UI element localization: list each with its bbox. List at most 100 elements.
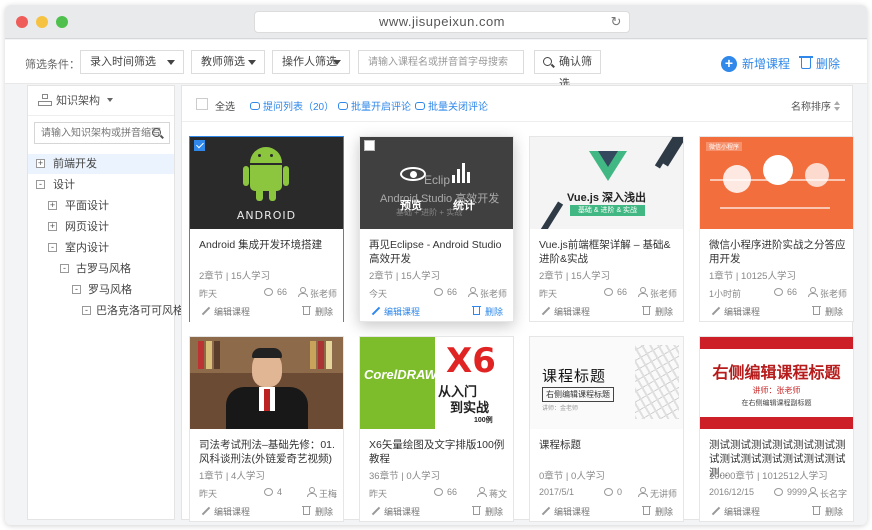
select-all-label[interactable]: 全选 [215, 98, 235, 113]
course-card[interactable]: 微信小程序 微信小程序进阶实战之分答应用开发 1章节 | 10125人学习 1小… [699, 136, 854, 322]
collapse-toggle[interactable]: - [48, 243, 57, 252]
delete-course-button[interactable]: 删除 [471, 505, 503, 518]
tree-item-frontend[interactable]: + 前端开发 [28, 154, 174, 174]
course-meta: 10000章节 | 1012512人学习 [709, 471, 828, 482]
course-card[interactable]: CorelDRAW X6 从入门 到实战 100例 X6矢量绘图及文字排版100… [359, 336, 514, 522]
reload-icon[interactable]: ↻ [611, 15, 622, 29]
tree-item-roman[interactable]: - 罗马风格 [28, 280, 174, 300]
delete-label: 删除 [484, 307, 503, 317]
knowledge-tree-header[interactable]: 知识架构 [28, 86, 174, 116]
tree-item-web-design[interactable]: + 网页设计 [28, 217, 174, 237]
batch-close-comments-link[interactable]: 批量关闭评论 [415, 98, 488, 113]
delete-course-button[interactable]: 删除 [301, 505, 333, 518]
add-course-button[interactable]: + 新增课程 [721, 55, 790, 73]
entry-time-filter-select[interactable]: 录入时间筛选 [80, 50, 184, 74]
comment-icon [264, 488, 273, 496]
edit-label: 编辑课程 [554, 307, 591, 317]
collapse-toggle[interactable]: - [60, 264, 69, 273]
card-actions: 编辑课程 删除 [360, 501, 513, 523]
search-icon[interactable] [152, 128, 161, 137]
course-card[interactable]: ANDROID Android 集成开发环境搭建 2章节 | 15人学习 昨天 … [189, 136, 344, 323]
card-actions: 编辑课程 删除 [530, 501, 683, 523]
knowledge-search-input[interactable] [34, 122, 170, 144]
course-title[interactable]: X6矢量绘图及文字排版100例教程 [369, 438, 509, 466]
course-card[interactable]: 右侧编辑课程标题 讲师：张老师 在右侧编辑课程副标题 测试测试测试测试测试测试测… [699, 336, 854, 522]
close-window-button[interactable] [16, 16, 28, 28]
decorative-border [700, 337, 853, 349]
maximize-window-button[interactable] [56, 16, 68, 28]
tree-item-ancient-roman[interactable]: - 古罗马风格 [28, 259, 174, 279]
edit-course-button[interactable]: 编辑课程 [539, 305, 590, 318]
thumbnail-text: 课程标题 [542, 368, 607, 385]
delete-button[interactable]: 删除 [799, 55, 840, 73]
tree-item-label: 巴洛克洛可可风格 [96, 305, 184, 317]
course-title[interactable]: Android 集成开发环境搭建 [199, 238, 339, 252]
batch-open-comments-link[interactable]: 批量开启评论 [338, 98, 411, 113]
knowledge-tree-title: 知识架构 [56, 95, 101, 107]
teacher: 长名字 [807, 487, 847, 500]
edit-course-button[interactable]: 编辑课程 [539, 505, 590, 518]
question-list-link[interactable]: 提问列表（20） [250, 98, 334, 113]
course-card[interactable]: 司法考试刑法–基础先修：01.风科谈刑法(外链爱奇艺视频) 1章节 | 4人学习… [189, 336, 344, 522]
delete-course-button[interactable]: 删除 [471, 305, 503, 318]
card-actions: 编辑课程 删除 [530, 301, 683, 323]
expand-toggle[interactable]: + [48, 222, 57, 231]
edit-course-button[interactable]: 编辑课程 [369, 305, 420, 318]
trash-icon [799, 56, 813, 69]
thumbnail-text: ANDROID [236, 209, 297, 222]
expand-toggle[interactable]: + [36, 159, 45, 168]
delete-course-button[interactable]: 删除 [811, 505, 843, 518]
collapse-toggle[interactable]: - [72, 285, 81, 294]
select-all-checkbox[interactable] [196, 98, 208, 110]
delete-course-button[interactable]: 删除 [641, 505, 673, 518]
course-title[interactable]: 课程标题 [539, 438, 679, 452]
course-title[interactable]: 微信小程序进阶实战之分答应用开发 [709, 238, 849, 266]
expand-toggle[interactable]: + [48, 201, 57, 210]
trash-icon [811, 306, 821, 315]
confirm-filter-button[interactable]: 确认筛选 [534, 50, 601, 90]
course-title[interactable]: Vue.js前端框架详解 – 基础&进阶&实战 [539, 238, 679, 266]
edit-course-button[interactable]: 编辑课程 [709, 505, 760, 518]
thumbnail-text: 右侧编辑课程标题 [542, 387, 614, 402]
course-title[interactable]: 再见Eclipse - Android Studio 高效开发 [369, 238, 509, 266]
tree-item-graphic-design[interactable]: + 平面设计 [28, 196, 174, 216]
tree-item-interior-design[interactable]: - 室内设计 [28, 238, 174, 258]
trash-icon [471, 306, 481, 315]
collapse-toggle[interactable]: - [36, 180, 45, 189]
tree-item-design[interactable]: - 设计 [28, 175, 174, 195]
decorative-border [700, 417, 853, 429]
delete-course-button[interactable]: 删除 [641, 305, 673, 318]
card-checkbox[interactable] [364, 140, 375, 151]
course-card[interactable]: Eclip Android Studio 高效开发 基础 + 进阶 + 实战 预… [359, 136, 514, 322]
caret-down-icon [167, 60, 175, 65]
card-checkbox-checked[interactable] [194, 140, 205, 151]
delete-course-button[interactable]: 删除 [811, 305, 843, 318]
comment-count: 66 [604, 287, 627, 297]
stats-button[interactable]: 统计 [453, 197, 475, 213]
minimize-window-button[interactable] [36, 16, 48, 28]
address-bar[interactable]: www.jisupeixun.com ↻ [254, 11, 630, 33]
course-meta: 2章节 | 15人学习 [539, 271, 611, 282]
edit-course-button[interactable]: 编辑课程 [199, 505, 250, 518]
tree-item-baroque-rococo[interactable]: - 巴洛克洛可可风格 [28, 301, 184, 321]
preview-button[interactable]: 预览 [400, 197, 422, 213]
edit-course-button[interactable]: 编辑课程 [199, 305, 250, 318]
course-search-input[interactable] [358, 50, 524, 74]
edit-course-button[interactable]: 编辑课程 [369, 505, 420, 518]
collapse-toggle[interactable]: - [82, 306, 91, 315]
sort-by-name-button[interactable]: 名称排序 [791, 98, 840, 113]
course-stats: 2017/5/1 0 无讲师 [539, 487, 677, 499]
operator-filter-select[interactable]: 操作人筛选 [272, 50, 350, 74]
tree-item-label: 古罗马风格 [76, 263, 131, 275]
edit-course-button[interactable]: 编辑课程 [709, 305, 760, 318]
course-title[interactable]: 司法考试刑法–基础先修：01.风科谈刑法(外链爱奇艺视频) [199, 438, 339, 466]
course-date: 昨天 [199, 289, 218, 299]
course-card[interactable]: 课程标题 右侧编辑课程标题 讲师：金老师 课程标题 0章节 | 0人学习 201… [529, 336, 684, 522]
teacher: 蒋文 [476, 487, 507, 500]
teacher-name: 王梅 [318, 489, 337, 499]
teacher-filter-select[interactable]: 教师筛选 [191, 50, 265, 74]
user-icon [637, 287, 648, 297]
comment-icon [774, 288, 783, 296]
delete-course-button[interactable]: 删除 [301, 305, 333, 318]
course-card[interactable]: Vue.js 深入浅出 基础 & 进阶 & 实战 Vue.js前端框架详解 – … [529, 136, 684, 322]
